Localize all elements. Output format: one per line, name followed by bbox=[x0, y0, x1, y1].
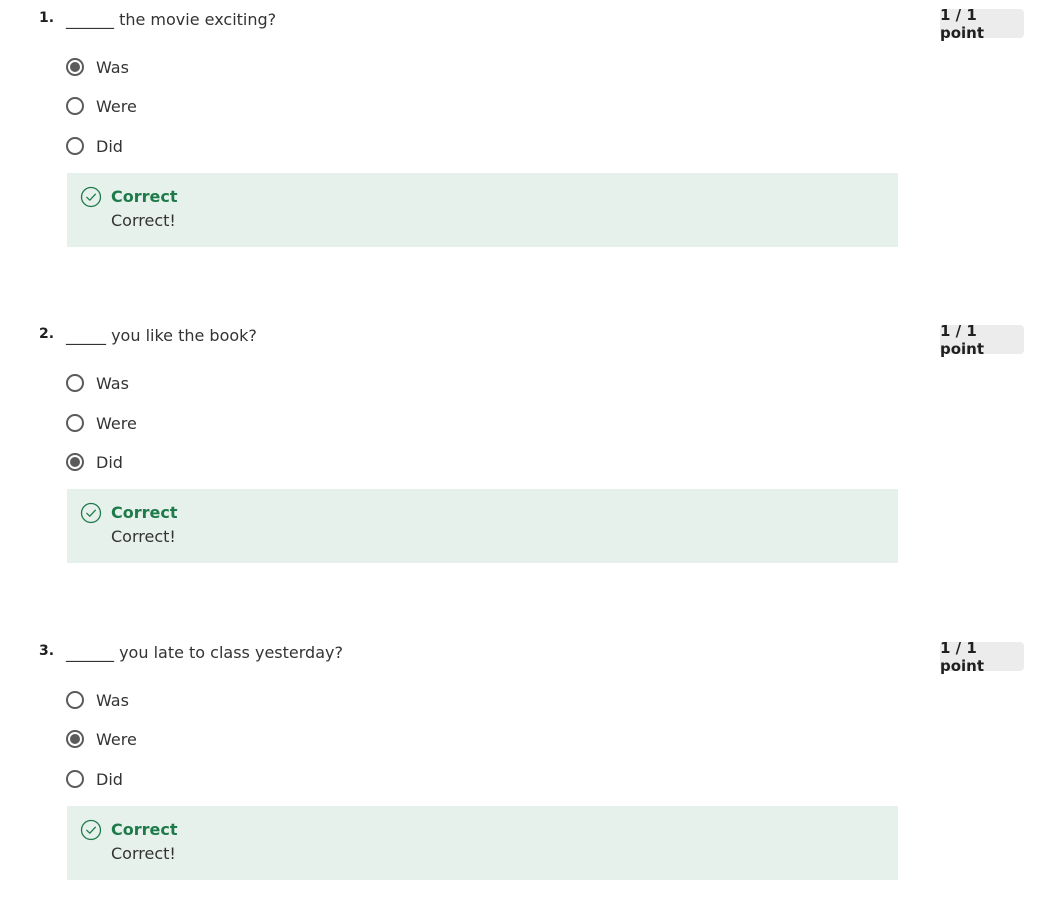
question-text: ______ you late to class yesterday? bbox=[66, 643, 343, 662]
feedback-text: Correct! bbox=[111, 211, 176, 230]
question-number: 1. bbox=[39, 10, 55, 26]
radio-button[interactable] bbox=[66, 453, 84, 471]
check-circle-icon bbox=[80, 502, 102, 524]
feedback-title: Correct bbox=[111, 820, 178, 839]
option-label: Were bbox=[96, 413, 137, 433]
option-label: Did bbox=[96, 136, 123, 156]
feedback-title: Correct bbox=[111, 187, 178, 206]
points-badge: 1 / 1 point bbox=[940, 6, 1024, 42]
option-label: Was bbox=[96, 57, 129, 77]
option-did[interactable]: Did bbox=[66, 767, 123, 791]
question-1: 1. ______ the movie exciting? 1 / 1 poin… bbox=[0, 4, 1053, 264]
option-did[interactable]: Did bbox=[66, 134, 123, 158]
radio-button[interactable] bbox=[66, 730, 84, 748]
radio-button[interactable] bbox=[66, 770, 84, 788]
check-circle-icon bbox=[80, 819, 102, 841]
option-label: Was bbox=[96, 373, 129, 393]
points-badge: 1 / 1 point bbox=[940, 639, 1024, 675]
option-were[interactable]: Were bbox=[66, 727, 137, 751]
question-number: 2. bbox=[39, 326, 55, 342]
option-was[interactable]: Was bbox=[66, 371, 129, 395]
radio-button[interactable] bbox=[66, 414, 84, 432]
radio-button[interactable] bbox=[66, 374, 84, 392]
points-badge: 1 / 1 point bbox=[940, 322, 1024, 358]
question-text: _____ you like the book? bbox=[66, 326, 257, 345]
feedback-panel: Correct Correct! bbox=[67, 806, 898, 880]
question-number: 3. bbox=[39, 643, 55, 659]
radio-button[interactable] bbox=[66, 58, 84, 76]
option-was[interactable]: Was bbox=[66, 55, 129, 79]
check-circle-icon bbox=[80, 186, 102, 208]
question-text: ______ the movie exciting? bbox=[66, 10, 277, 29]
radio-button[interactable] bbox=[66, 137, 84, 155]
question-3: 3. ______ you late to class yesterday? 1… bbox=[0, 637, 1053, 897]
option-label: Was bbox=[96, 690, 129, 710]
option-was[interactable]: Was bbox=[66, 688, 129, 712]
feedback-panel: Correct Correct! bbox=[67, 173, 898, 247]
option-were[interactable]: Were bbox=[66, 94, 137, 118]
option-label: Were bbox=[96, 96, 137, 116]
option-were[interactable]: Were bbox=[66, 411, 137, 435]
radio-button[interactable] bbox=[66, 97, 84, 115]
feedback-text: Correct! bbox=[111, 844, 176, 863]
option-label: Did bbox=[96, 452, 123, 472]
option-label: Were bbox=[96, 729, 137, 749]
feedback-text: Correct! bbox=[111, 527, 176, 546]
feedback-panel: Correct Correct! bbox=[67, 489, 898, 563]
feedback-title: Correct bbox=[111, 503, 178, 522]
radio-button[interactable] bbox=[66, 691, 84, 709]
option-label: Did bbox=[96, 769, 123, 789]
question-2: 2. _____ you like the book? 1 / 1 point … bbox=[0, 320, 1053, 580]
option-did[interactable]: Did bbox=[66, 450, 123, 474]
